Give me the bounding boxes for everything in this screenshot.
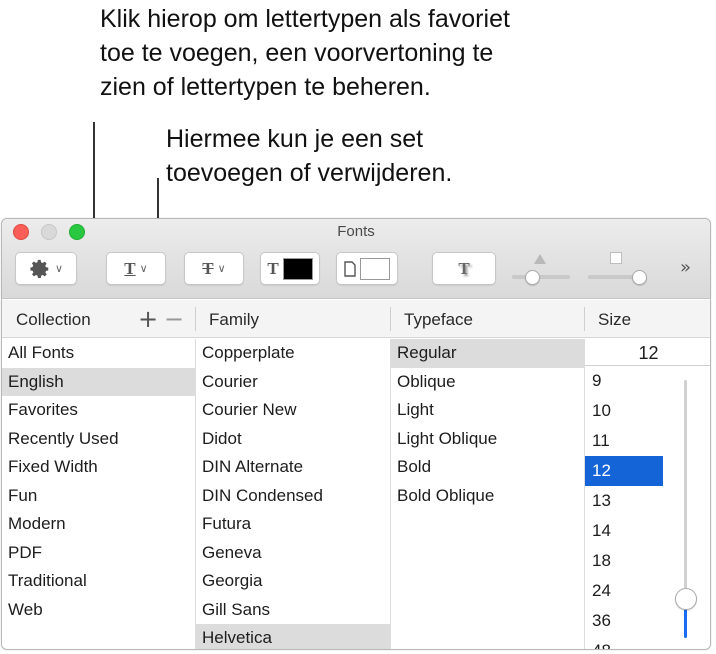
callout-line-3: zien of lettertypen te beheren. [100, 73, 431, 101]
list-item[interactable]: 11 [585, 426, 663, 456]
collection-header: Collection [16, 310, 91, 329]
list-item[interactable]: Gill Sans [196, 596, 390, 625]
list-item[interactable]: Regular [391, 339, 584, 368]
list-item[interactable]: 12 [585, 456, 663, 486]
header-divider [584, 307, 585, 331]
list-item[interactable]: Web [2, 596, 195, 625]
add-collection-button[interactable]: + [138, 305, 158, 333]
shadow-opacity-knob[interactable] [525, 270, 540, 285]
toolbar-overflow-button[interactable]: » [680, 257, 691, 278]
document-color-button[interactable] [336, 252, 398, 285]
window-title: Fonts [337, 223, 375, 240]
header-divider [390, 307, 391, 331]
callout-line-1: Hiermee kun je een set [166, 125, 424, 153]
list-item[interactable]: PDF [2, 539, 195, 568]
title-bar: Fonts ∨ T ∨ T ∨ T T » [2, 219, 710, 299]
strikethrough-icon: T [202, 258, 214, 278]
text-color-swatch [282, 257, 313, 280]
size-slider-fill [684, 609, 687, 638]
list-item[interactable]: Bold [391, 453, 584, 482]
chevron-down-icon: ∨ [217, 262, 226, 275]
list-item[interactable]: Light Oblique [391, 425, 584, 454]
callout-line-2: toevoegen of verwijderen. [166, 159, 453, 187]
text-color-icon: T [267, 258, 279, 278]
list-item[interactable]: Futura [196, 510, 390, 539]
list-item[interactable]: Copperplate [196, 339, 390, 368]
chevron-down-icon: ∨ [54, 262, 64, 275]
action-menu-button[interactable]: ∨ [15, 252, 77, 285]
list-item[interactable]: Modern [2, 510, 195, 539]
shadow-opacity-slider[interactable] [512, 275, 570, 279]
list-item[interactable]: Bold Oblique [391, 482, 584, 511]
document-color-swatch [360, 257, 390, 280]
gear-icon [30, 259, 49, 278]
list-item[interactable]: 10 [585, 396, 663, 426]
list-item[interactable]: 13 [585, 486, 663, 516]
list-item[interactable]: All Fonts [2, 339, 195, 368]
size-slider-knob[interactable] [675, 588, 697, 610]
shadow-blur-knob[interactable] [632, 270, 647, 285]
text-shadow-icon: T [458, 258, 470, 278]
text-color-button[interactable]: T [260, 252, 320, 285]
list-item[interactable]: 24 [585, 576, 663, 606]
list-item[interactable]: Georgia [196, 567, 390, 596]
size-list: 9 10 11 12 13 14 18 24 36 48 [585, 366, 663, 649]
list-item[interactable]: Helvetica [196, 624, 390, 649]
chevron-down-icon: ∨ [139, 262, 148, 275]
list-item[interactable]: English [2, 367, 195, 396]
list-item[interactable]: Fixed Width [2, 453, 195, 482]
list-item[interactable]: Oblique [391, 368, 584, 397]
list-item[interactable]: Favorites [2, 396, 195, 425]
list-item[interactable]: DIN Condensed [196, 482, 390, 511]
callout-add-remove: Hiermee kun je een set toevoegen of verw… [166, 122, 586, 190]
strikethrough-menu-button[interactable]: T ∨ [184, 252, 244, 285]
callout-line-1: Klik hierop om lettertypen als favoriet [100, 5, 510, 33]
list-item[interactable]: 9 [585, 366, 663, 396]
collection-list: All Fonts English Favorites Recently Use… [2, 339, 195, 649]
list-item[interactable]: 14 [585, 516, 663, 546]
list-item[interactable]: Didot [196, 425, 390, 454]
fonts-window: Fonts ∨ T ∨ T ∨ T T » Collection + − Fam… [1, 218, 711, 650]
family-header: Family [209, 310, 260, 329]
list-item[interactable]: DIN Alternate [196, 453, 390, 482]
list-item[interactable]: 18 [585, 546, 663, 576]
shadow-blur-square-icon [610, 252, 622, 264]
remove-collection-button[interactable]: − [164, 305, 184, 333]
list-item[interactable]: Recently Used [2, 425, 195, 454]
underline-icon: T [124, 258, 136, 278]
callout-action-menu: Klik hierop om lettertypen als favoriet … [100, 2, 660, 104]
list-item[interactable]: Courier [196, 368, 390, 397]
shadow-opacity-triangle-icon [534, 254, 546, 264]
list-item[interactable]: 48 [585, 636, 663, 649]
text-shadow-button[interactable]: T [432, 252, 496, 285]
list-item[interactable]: Fun [2, 482, 195, 511]
family-list: Copperplate Courier Courier New Didot DI… [196, 339, 390, 649]
list-item[interactable]: Courier New [196, 396, 390, 425]
typeface-header: Typeface [404, 310, 473, 329]
callout-line-2: toe te voegen, een voorvertoning te [100, 39, 494, 67]
list-item[interactable]: Traditional [2, 567, 195, 596]
size-input[interactable]: 12 [585, 340, 710, 366]
list-item[interactable]: Light [391, 396, 584, 425]
list-item[interactable]: Geneva [196, 539, 390, 568]
typeface-list: Regular Oblique Light Light Oblique Bold… [391, 339, 584, 649]
header-divider [195, 307, 196, 331]
column-header-bar: Collection + − Family Typeface Size [2, 300, 710, 338]
size-header: Size [598, 310, 632, 329]
list-item[interactable]: 36 [585, 606, 663, 636]
underline-menu-button[interactable]: T ∨ [106, 252, 166, 285]
document-icon [344, 260, 356, 277]
